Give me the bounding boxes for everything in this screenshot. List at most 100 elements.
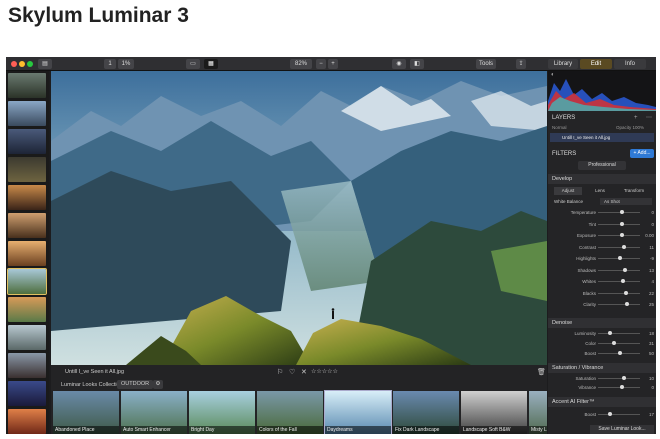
slider-knob[interactable] <box>612 341 616 345</box>
slider-value: 17 <box>648 412 654 417</box>
look-thumbnail[interactable]: Misty Lan <box>529 391 547 434</box>
slider-track[interactable] <box>598 378 640 379</box>
minimize-window-button[interactable] <box>19 61 25 67</box>
slider-knob[interactable] <box>620 279 625 283</box>
slider-knob[interactable] <box>624 290 629 295</box>
filmstrip-thumbnail[interactable] <box>8 101 46 126</box>
slider-knob[interactable] <box>625 302 630 306</box>
look-thumbnail[interactable]: Landscape Soft B&W <box>461 391 527 434</box>
photo-canvas[interactable] <box>51 71 547 365</box>
slider-track[interactable] <box>598 281 640 282</box>
slider-track[interactable] <box>598 414 640 415</box>
slider-knob[interactable] <box>620 210 624 214</box>
filmstrip-thumbnail[interactable] <box>8 325 46 350</box>
slider-knob[interactable] <box>620 221 624 226</box>
reject-icon[interactable]: ✕ <box>301 368 307 376</box>
zoom-step-button[interactable]: 1 <box>104 59 116 69</box>
share-icon[interactable]: ⇪ <box>516 59 526 69</box>
trash-icon[interactable]: 🗑 <box>537 368 546 376</box>
star-rating[interactable]: ☆☆☆☆☆ <box>311 368 338 375</box>
develop-section-header[interactable]: Develop <box>548 174 656 184</box>
white-balance-select[interactable]: As Shot <box>600 198 652 205</box>
add-filter-button[interactable]: + Add... <box>630 149 654 158</box>
single-view-icon[interactable]: ▭ <box>186 59 200 69</box>
slider-track[interactable] <box>598 235 640 236</box>
filmstrip-thumbnail-selected[interactable] <box>7 268 47 295</box>
filmstrip-thumbnail[interactable] <box>8 157 46 182</box>
slider-knob[interactable] <box>618 351 622 355</box>
histogram-clip-icon[interactable]: ◐ <box>551 71 555 79</box>
look-thumbnail[interactable]: Fix Dark Landscape <box>393 391 459 434</box>
zoom-in-button[interactable]: + <box>328 59 338 69</box>
saturation-section-header[interactable]: Saturation / Vibrance <box>548 363 656 373</box>
layer-item[interactable]: Untill I_ve Seen it All.jpg <box>550 133 654 142</box>
slider-knob[interactable] <box>608 331 612 335</box>
tab-library[interactable]: Library <box>548 59 578 69</box>
gear-icon[interactable]: ⚙ <box>153 380 163 389</box>
slider-knob[interactable] <box>622 244 626 249</box>
looks-collection-label: Luminar Looks Collection: <box>61 382 125 388</box>
filmstrip-thumbnail[interactable] <box>8 73 46 98</box>
tab-lens[interactable]: Lens <box>586 187 614 195</box>
filmstrip-thumbnail[interactable] <box>8 297 46 322</box>
tab-info[interactable]: Info <box>614 59 646 69</box>
slider-track[interactable] <box>598 343 640 344</box>
filmstrip-thumbnail[interactable] <box>8 353 46 378</box>
flag-icon[interactable]: ⚐ <box>277 368 283 376</box>
filmstrip-thumbnail[interactable] <box>8 213 46 238</box>
slider-track[interactable] <box>598 333 640 334</box>
eye-icon[interactable]: ◉ <box>392 59 406 69</box>
workspace-select[interactable]: Professional <box>578 161 626 170</box>
zoom-window-button[interactable] <box>27 61 33 67</box>
looks-collection-bar: Luminar Looks Collection: OUTDOOR ⚙ <box>51 379 547 391</box>
save-luminar-look-button[interactable]: Save Luminar Look... <box>590 425 654 434</box>
slider-track[interactable] <box>598 246 640 248</box>
slider-label: Blacks <box>582 290 596 296</box>
tools-button[interactable]: Tools <box>476 59 496 69</box>
slider-knob[interactable] <box>620 233 624 237</box>
slider-track[interactable] <box>598 292 640 294</box>
looks-collection-select[interactable]: OUTDOOR <box>117 380 154 389</box>
slider-knob[interactable] <box>618 256 622 260</box>
filmstrip-thumbnail[interactable] <box>8 185 46 210</box>
close-window-button[interactable] <box>11 61 17 67</box>
filters-title: FILTERS <box>552 151 577 157</box>
tab-edit[interactable]: Edit <box>580 59 612 69</box>
zoom-percent-select[interactable]: 1% <box>118 59 134 69</box>
sidebar-toggle-icon[interactable]: ▤ <box>38 59 52 69</box>
slider-track[interactable] <box>598 387 640 388</box>
add-layer-icon[interactable]: + <box>634 114 638 122</box>
slider-knob[interactable] <box>608 412 612 416</box>
slider-row: Clarity 25 <box>548 301 656 308</box>
slider-track[interactable] <box>598 223 640 225</box>
tab-adjust[interactable]: Adjust <box>554 187 582 195</box>
accent-ai-section-header[interactable]: Accent AI Filter™ <box>548 397 656 407</box>
filmstrip-thumbnail[interactable] <box>8 241 46 266</box>
edit-panel: ◐ LAYERS + ⋯ Normal Opacity 100% Untill … <box>548 71 656 434</box>
look-thumbnail[interactable]: Abandoned Place <box>53 391 119 434</box>
slider-knob[interactable] <box>622 267 627 272</box>
denoise-section-header[interactable]: Denoise <box>548 318 656 328</box>
look-thumbnail[interactable]: Bright Day <box>189 391 255 434</box>
filmstrip-thumbnail[interactable] <box>8 129 46 154</box>
slider-track[interactable] <box>598 304 640 305</box>
slider-knob[interactable] <box>622 376 626 380</box>
look-thumbnail[interactable]: Colors of the Fall <box>257 391 323 434</box>
grid-view-icon[interactable]: ▦ <box>204 59 218 69</box>
look-thumbnail[interactable]: Auto Smart Enhancer <box>121 391 187 434</box>
opacity-control[interactable]: Opacity 100% <box>616 125 644 130</box>
heart-icon[interactable]: ♡ <box>289 368 295 376</box>
slider-knob[interactable] <box>620 385 624 389</box>
look-thumbnail-selected[interactable]: Daydreams <box>324 390 392 434</box>
zoom-level-select[interactable]: 82% <box>290 59 312 69</box>
filmstrip-thumbnail[interactable] <box>8 381 46 406</box>
filmstrip-thumbnail[interactable] <box>8 409 46 434</box>
slider-track[interactable] <box>598 212 640 213</box>
compare-icon[interactable]: ◧ <box>410 59 424 69</box>
blend-mode-select[interactable]: Normal <box>552 125 567 130</box>
look-label: Bright Day <box>189 426 255 434</box>
layers-menu-icon[interactable]: ⋯ <box>646 114 652 122</box>
slider-track[interactable] <box>598 269 640 271</box>
zoom-out-button[interactable]: − <box>316 59 326 69</box>
tab-transform[interactable]: Transform <box>618 187 650 195</box>
